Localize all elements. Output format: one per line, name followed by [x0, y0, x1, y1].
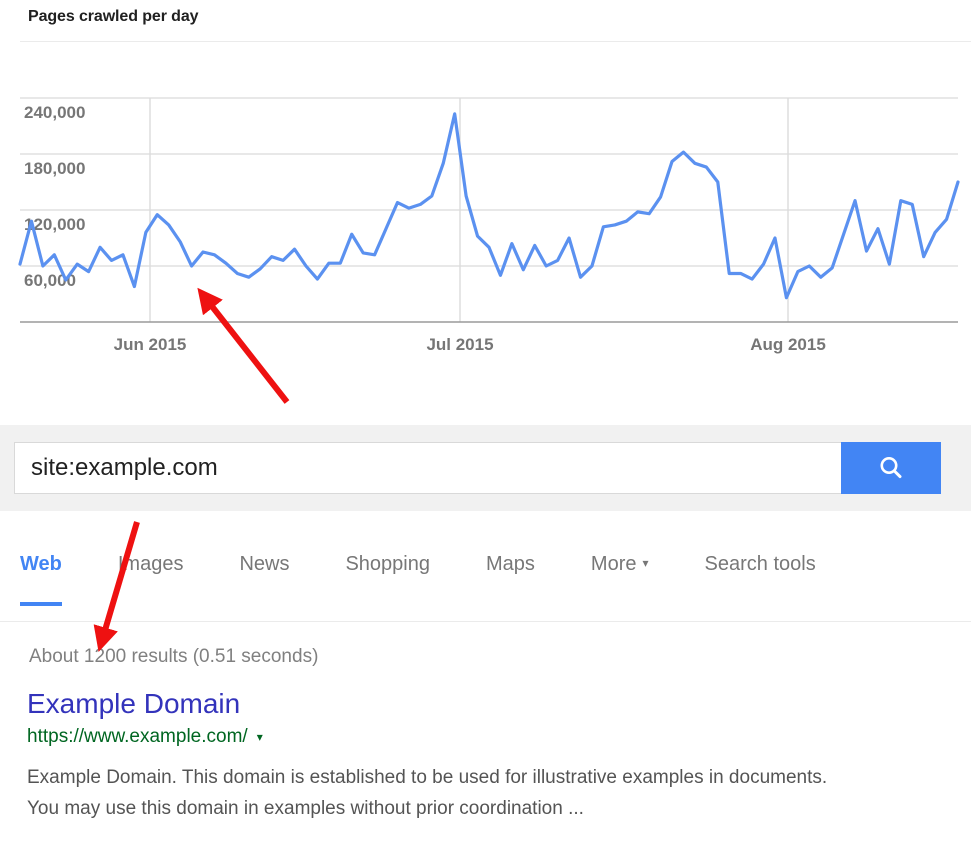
result-title-link[interactable]: Example Domain [27, 686, 240, 722]
tab-label: Maps [486, 553, 535, 575]
chart-x-tick-label: Jun 2015 [114, 335, 187, 354]
tab-search-tools[interactable]: Search tools [705, 553, 816, 606]
chart-x-axis-labels: Jun 2015 Jul 2015 Aug 2015 [114, 335, 826, 354]
result-url: https://www.example.com/ [27, 726, 248, 748]
chart-plot-area: 240,000180,000120,00060,000 Jun 2015Jul … [0, 0, 971, 425]
search-input[interactable] [14, 442, 841, 494]
result-item: Example Domain https://www.example.com/ … [27, 686, 907, 824]
result-snippet: Example Domain. This domain is establish… [27, 762, 837, 824]
tab-images[interactable]: Images [118, 553, 184, 606]
tab-shopping[interactable]: Shopping [345, 553, 430, 606]
search-bar-strip [0, 425, 971, 511]
search-icon [876, 453, 906, 483]
chart-x-tick-label: Jul 2015 [426, 335, 493, 354]
tab-label: Images [118, 553, 184, 575]
tab-maps[interactable]: Maps [486, 553, 535, 606]
chart-gridlines [20, 98, 958, 322]
tab-news[interactable]: News [239, 553, 289, 606]
tab-web[interactable]: Web [20, 553, 62, 606]
chart-y-tick-label: 60,000 [24, 271, 76, 290]
search-tabs-bar: Web Images News Shopping Maps More ▾ Search too… [0, 511, 971, 624]
search-form [14, 442, 941, 494]
chart-y-axis-labels: 240,000180,000120,00060,000 [24, 103, 85, 290]
chevron-down-icon: ▾ [642, 556, 648, 570]
tab-label: Search tools [705, 553, 816, 575]
chart-y-tick-label: 180,000 [24, 159, 85, 178]
tab-label: Web [20, 553, 62, 575]
tab-label: Shopping [345, 553, 430, 575]
chart-data-line [20, 114, 958, 298]
chevron-down-icon[interactable]: ▾ [257, 731, 263, 743]
tabs-divider [0, 621, 971, 622]
result-stats: About 1200 results (0.51 seconds) [29, 646, 318, 668]
tab-label: More [591, 553, 637, 575]
result-url-row: https://www.example.com/ ▾ [27, 726, 907, 748]
chart-card: Pages crawled per day 240,000180,000120,… [0, 0, 971, 425]
tab-more[interactable]: More ▾ [591, 553, 649, 606]
search-button[interactable] [841, 442, 941, 494]
chart-x-tick-label: Aug 2015 [750, 335, 826, 354]
search-tabs-list: Web Images News Shopping Maps More ▾ Search too… [20, 553, 872, 606]
pages-crawled-line-chart: 240,000180,000120,00060,000 Jun 2015Jul … [0, 0, 971, 425]
chart-y-tick-label: 240,000 [24, 103, 85, 122]
tab-label: News [239, 553, 289, 575]
